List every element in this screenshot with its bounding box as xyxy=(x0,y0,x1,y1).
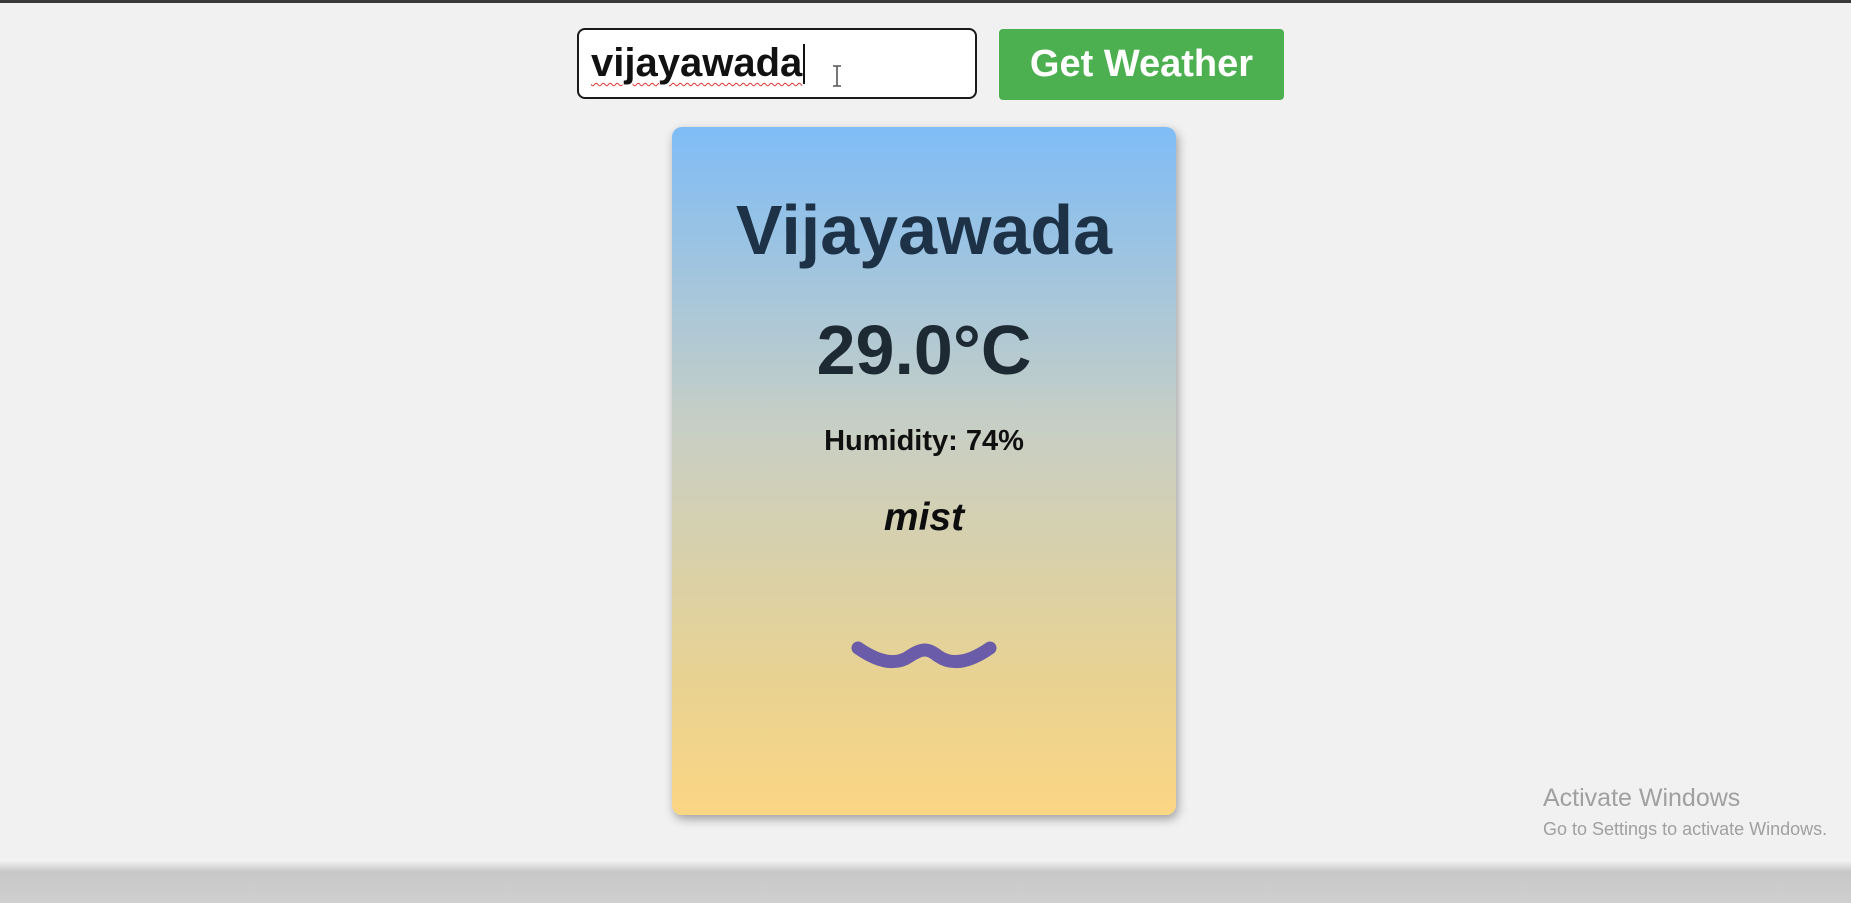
bottom-bar xyxy=(0,861,1851,903)
weather-card: Vijayawada 29.0°C Humidity: 74% mist xyxy=(672,127,1176,815)
window-top-edge xyxy=(0,0,1851,3)
mist-wave-icon xyxy=(851,641,997,669)
weather-app-page: vijayawada Get Weather Vijayawada 29.0°C… xyxy=(0,0,1851,903)
city-name: Vijayawada xyxy=(735,191,1113,269)
search-input-value: vijayawada xyxy=(591,41,803,85)
text-caret xyxy=(803,43,806,84)
city-search-input[interactable]: vijayawada xyxy=(577,28,977,99)
weather-description: mist xyxy=(883,496,965,539)
get-weather-button[interactable]: Get Weather xyxy=(999,29,1284,100)
activate-windows-watermark: Activate Windows Go to Settings to activ… xyxy=(1543,784,1828,840)
ibeam-cursor-icon xyxy=(833,65,841,87)
humidity-value: Humidity: 74% xyxy=(824,425,1024,457)
watermark-title: Activate Windows xyxy=(1543,784,1741,812)
watermark-subtitle: Go to Settings to activate Windows. xyxy=(1543,818,1828,839)
temperature-value: 29.0°C xyxy=(816,311,1032,389)
